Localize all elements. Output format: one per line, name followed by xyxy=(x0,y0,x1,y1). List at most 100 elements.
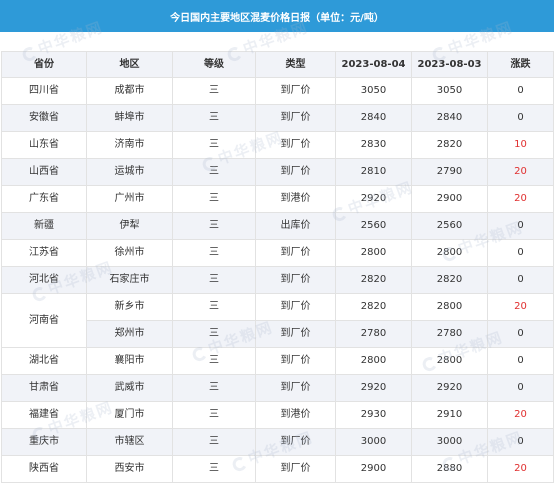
cell-province: 新疆 xyxy=(1,212,87,240)
cell-grade: 三 xyxy=(172,104,256,132)
cell-region: 厦门市 xyxy=(86,401,173,429)
cell-type: 到港价 xyxy=(255,185,336,213)
cell-region: 襄阳市 xyxy=(86,347,173,375)
cell-price-current: 3000 xyxy=(335,428,412,456)
header-date-previous: 2023-08-03 xyxy=(411,51,488,78)
cell-price-previous: 2910 xyxy=(411,401,488,429)
cell-region: 石家庄市 xyxy=(86,266,173,294)
cell-type: 到厂价 xyxy=(255,320,336,348)
cell-change: 0 xyxy=(487,320,554,348)
cell-change: 10 xyxy=(487,131,554,159)
table-row: 陕西省 西安市三到厂价 2900 2880 20 xyxy=(1,455,554,483)
cell-change: 20 xyxy=(487,293,554,321)
cell-price-current: 2820 xyxy=(335,266,412,294)
cell-type: 到港价 xyxy=(255,401,336,429)
cell-region: 郑州市 xyxy=(86,320,173,348)
cell-region: 市辖区 xyxy=(86,428,173,456)
title-gap xyxy=(0,32,554,51)
cell-grade: 三 xyxy=(172,266,256,294)
cell-grade: 三 xyxy=(172,239,256,267)
header-region: 地区 xyxy=(86,51,173,78)
cell-price-previous: 2900 xyxy=(411,185,488,213)
cell-province: 河北省 xyxy=(1,266,87,294)
table-row: 四川省 成都市三到厂价 3050 3050 0 xyxy=(1,77,554,105)
cell-type: 到厂价 xyxy=(255,347,336,375)
cell-grade: 三 xyxy=(172,185,256,213)
price-table: 省份 地区 等级 类型 2023-08-04 2023-08-03 涨跌 四川省… xyxy=(1,51,554,483)
cell-grade: 三 xyxy=(172,212,256,240)
cell-price-previous: 2920 xyxy=(411,374,488,402)
cell-price-current: 2920 xyxy=(335,374,412,402)
header-type: 类型 xyxy=(255,51,336,78)
cell-type: 到厂价 xyxy=(255,158,336,186)
cell-price-current: 3050 xyxy=(335,77,412,105)
cell-price-current: 2930 xyxy=(335,401,412,429)
cell-province: 河南省 xyxy=(1,293,87,348)
cell-price-previous: 3000 xyxy=(411,428,488,456)
table-row: 福建省 厦门市三到港价 2930 2910 20 xyxy=(1,401,554,429)
table-row: 山东省 济南市三到厂价 2830 2820 10 xyxy=(1,131,554,159)
cell-change: 20 xyxy=(487,455,554,483)
cell-price-current: 2810 xyxy=(335,158,412,186)
cell-type: 到厂价 xyxy=(255,266,336,294)
table-row: 河北省 石家庄市三到厂价 2820 2820 0 xyxy=(1,266,554,294)
cell-change: 20 xyxy=(487,185,554,213)
cell-grade: 三 xyxy=(172,455,256,483)
cell-price-previous: 2820 xyxy=(411,131,488,159)
cell-change: 0 xyxy=(487,266,554,294)
cell-price-previous: 2790 xyxy=(411,158,488,186)
cell-type: 到厂价 xyxy=(255,104,336,132)
cell-grade: 三 xyxy=(172,158,256,186)
cell-grade: 三 xyxy=(172,428,256,456)
cell-price-current: 2780 xyxy=(335,320,412,348)
cell-price-previous: 2820 xyxy=(411,266,488,294)
cell-change: 0 xyxy=(487,347,554,375)
cell-price-current: 2900 xyxy=(335,455,412,483)
table-row: 山西省 运城市三到厂价 2810 2790 20 xyxy=(1,158,554,186)
cell-type: 到厂价 xyxy=(255,239,336,267)
cell-province: 山东省 xyxy=(1,131,87,159)
cell-region: 成都市 xyxy=(86,77,173,105)
header-province: 省份 xyxy=(1,51,87,78)
table-row: 安徽省 蚌埠市三到厂价 2840 2840 0 xyxy=(1,104,554,132)
cell-type: 到厂价 xyxy=(255,293,336,321)
cell-price-current: 2800 xyxy=(335,347,412,375)
cell-province: 山西省 xyxy=(1,158,87,186)
header-grade: 等级 xyxy=(172,51,256,78)
table-row: 湖北省 襄阳市三到厂价 2800 2800 0 xyxy=(1,347,554,375)
cell-change: 0 xyxy=(487,428,554,456)
cell-type: 到厂价 xyxy=(255,455,336,483)
cell-change: 0 xyxy=(487,212,554,240)
cell-price-previous: 3050 xyxy=(411,77,488,105)
cell-grade: 三 xyxy=(172,131,256,159)
cell-province: 陕西省 xyxy=(1,455,87,483)
cell-type: 到厂价 xyxy=(255,428,336,456)
cell-price-previous: 2840 xyxy=(411,104,488,132)
cell-price-current: 2560 xyxy=(335,212,412,240)
cell-grade: 三 xyxy=(172,374,256,402)
header-change: 涨跌 xyxy=(487,51,554,78)
cell-province: 甘肃省 xyxy=(1,374,87,402)
table-row: 广东省 广州市三到港价 2920 2900 20 xyxy=(1,185,554,213)
cell-change: 0 xyxy=(487,239,554,267)
cell-price-previous: 2800 xyxy=(411,239,488,267)
cell-region: 济南市 xyxy=(86,131,173,159)
header-date-current: 2023-08-04 xyxy=(335,51,412,78)
cell-province: 四川省 xyxy=(1,77,87,105)
cell-region: 新乡市 xyxy=(86,293,173,321)
cell-region: 武威市 xyxy=(86,374,173,402)
table-row: 新疆 伊犁三出库价 2560 2560 0 xyxy=(1,212,554,240)
cell-type: 到厂价 xyxy=(255,131,336,159)
cell-price-previous: 2800 xyxy=(411,347,488,375)
cell-change: 0 xyxy=(487,77,554,105)
cell-price-current: 2840 xyxy=(335,104,412,132)
cell-province: 湖北省 xyxy=(1,347,87,375)
cell-price-current: 2820 xyxy=(335,293,412,321)
cell-type: 到厂价 xyxy=(255,77,336,105)
cell-province: 福建省 xyxy=(1,401,87,429)
table-row: 河南省 新乡市三到厂价 2820 2800 20 xyxy=(1,293,554,348)
cell-region: 蚌埠市 xyxy=(86,104,173,132)
cell-change: 20 xyxy=(487,401,554,429)
cell-type: 出库价 xyxy=(255,212,336,240)
cell-change: 0 xyxy=(487,374,554,402)
